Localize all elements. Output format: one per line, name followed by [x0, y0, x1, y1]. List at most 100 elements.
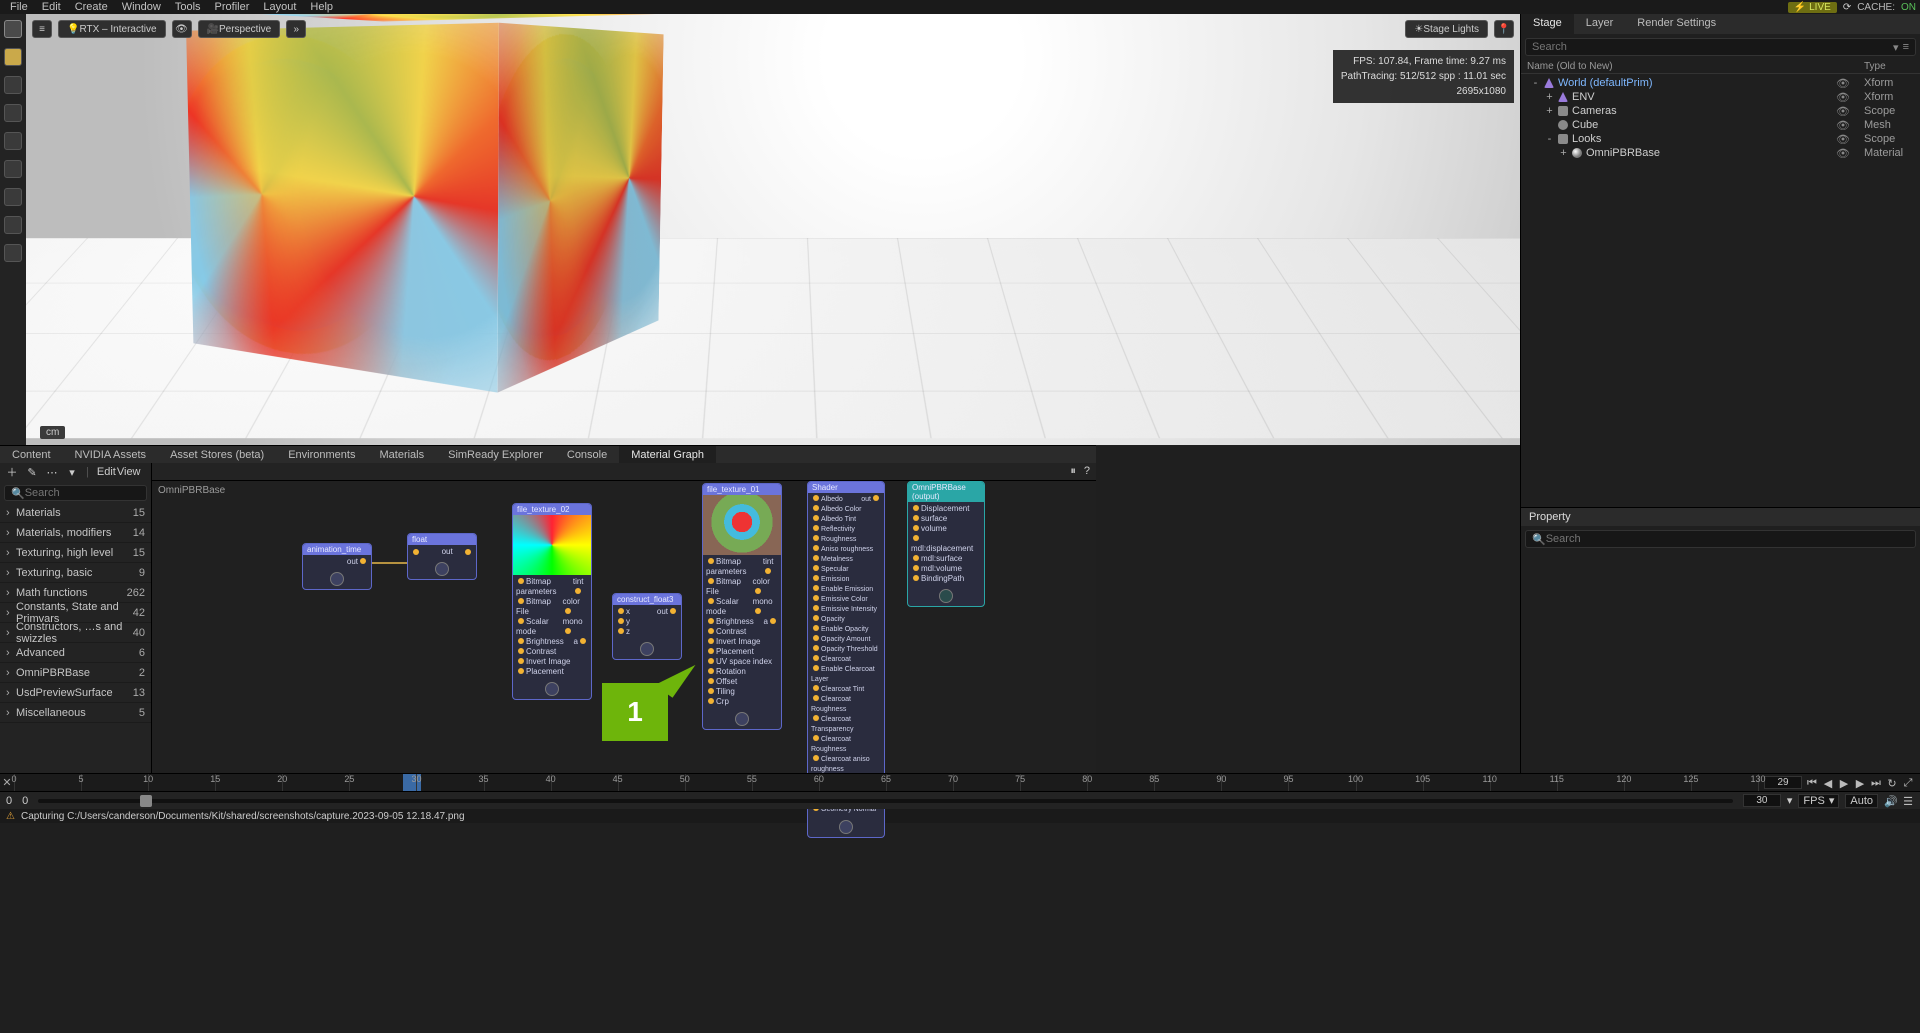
tab-stage[interactable]: Stage — [1521, 14, 1574, 34]
tl-play-icon[interactable]: ▶ — [1838, 777, 1850, 789]
tl-expand-icon[interactable]: ⤢ — [1902, 777, 1914, 789]
mg-category[interactable]: ›Texturing, basic9 — [0, 563, 151, 583]
vp-stage-lights[interactable]: ☀ Stage Lights — [1405, 20, 1488, 38]
mg-search-input[interactable] — [25, 487, 167, 499]
tab-matgraph[interactable]: Material Graph — [619, 446, 716, 463]
menu-tools[interactable]: Tools — [169, 1, 207, 13]
node-construct-float3[interactable]: construct_float3 xoutyz — [612, 593, 682, 660]
tab-materials[interactable]: Materials — [367, 446, 436, 463]
mg-search[interactable]: 🔍 — [4, 485, 147, 501]
tree-row[interactable]: Cube 👁 Mesh — [1523, 118, 1918, 132]
tree-row[interactable]: + Cameras 👁 Scope — [1523, 104, 1918, 118]
node-file-texture-01[interactable]: file_texture_01 Bitmap parameterstintBit… — [702, 483, 782, 730]
mg-category[interactable]: ›OmniPBRBase2 — [0, 663, 151, 683]
menu-file[interactable]: File — [4, 1, 34, 13]
menu-edit[interactable]: Edit — [36, 1, 67, 13]
tab-content[interactable]: Content — [0, 446, 63, 463]
mg-help-icon[interactable]: ? — [1084, 465, 1090, 478]
vp-eye-icon[interactable]: 👁 — [172, 20, 192, 38]
gear-icon[interactable] — [545, 682, 559, 696]
tool-arrow[interactable] — [4, 48, 22, 66]
mg-more-icon[interactable]: ⋯ — [46, 466, 58, 479]
mg-category[interactable]: ›Texturing, high level15 — [0, 543, 151, 563]
fps-dropdown[interactable]: FPS▾ — [1798, 794, 1839, 808]
mg-edit-icon[interactable]: ✎ — [26, 466, 38, 479]
tab-simready[interactable]: SimReady Explorer — [436, 446, 555, 463]
mg-category[interactable]: ›Constructors, …s and swizzles40 — [0, 623, 151, 643]
mg-category[interactable]: ›Materials, modifiers14 — [0, 523, 151, 543]
tool-select[interactable] — [4, 20, 22, 38]
gear-icon[interactable] — [435, 562, 449, 576]
chevron-down-icon[interactable]: ▾ — [1787, 794, 1793, 807]
tab-nvidia[interactable]: NVIDIA Assets — [63, 446, 159, 463]
gear-icon[interactable] — [839, 820, 853, 834]
node-output[interactable]: OmniPBRBase (output) Displacementsurface… — [907, 481, 985, 607]
node-float[interactable]: float out — [407, 533, 477, 580]
mg-menu-edit[interactable]: Edit — [97, 466, 109, 478]
tl-last-icon[interactable]: ⏭ — [1870, 777, 1882, 789]
tool-snap[interactable] — [4, 160, 22, 178]
sync-icon[interactable]: ⟳ — [1843, 2, 1851, 13]
options-icon[interactable]: ≡ — [1903, 41, 1909, 53]
timeline-track[interactable]: 0510152025303540455055606570758085909510… — [14, 774, 1758, 791]
tab-env[interactable]: Environments — [276, 446, 367, 463]
property-search[interactable]: 🔍 — [1525, 530, 1916, 548]
mg-category[interactable]: ›Miscellaneous5 — [0, 703, 151, 723]
menu-profiler[interactable]: Profiler — [209, 1, 256, 13]
tab-asset[interactable]: Asset Stores (beta) — [158, 446, 276, 463]
tl-next-icon[interactable]: ▶ — [1854, 777, 1866, 789]
property-search-input[interactable] — [1546, 533, 1909, 545]
tab-console[interactable]: Console — [555, 446, 619, 463]
slider-handle[interactable] — [140, 795, 152, 807]
menu-help[interactable]: Help — [304, 1, 339, 13]
menu-create[interactable]: Create — [69, 1, 114, 13]
timeline-slider[interactable] — [38, 799, 1733, 803]
tree-row[interactable]: - Looks 👁 Scope — [1523, 132, 1918, 146]
live-button[interactable]: ⚡ LIVE — [1788, 2, 1837, 13]
mg-add-icon[interactable]: ＋ — [6, 464, 18, 480]
node-file-texture-02[interactable]: file_texture_02 Bitmap parameterstintBit… — [512, 503, 592, 700]
tool-scale[interactable] — [4, 132, 22, 150]
tree-row[interactable]: + ENV 👁 Xform — [1523, 90, 1918, 104]
gear-icon[interactable] — [330, 572, 344, 586]
viewport[interactable]: ≡ 💡 RTX – Interactive 👁 🎥 Perspective » … — [26, 14, 1520, 445]
tool-rotate[interactable] — [4, 104, 22, 122]
tree-row[interactable]: - World (defaultPrim) 👁 Xform — [1523, 76, 1918, 90]
timeline-frame-a[interactable] — [1764, 776, 1802, 789]
tool-play[interactable] — [4, 188, 22, 206]
tab-layer[interactable]: Layer — [1574, 14, 1626, 34]
vp-camera-select[interactable]: 🎥 Perspective — [198, 20, 281, 38]
gear-icon[interactable] — [735, 712, 749, 726]
vp-hamburger[interactable]: ≡ — [32, 20, 52, 38]
vp-units[interactable]: cm — [40, 426, 65, 439]
mg-category[interactable]: ›Advanced6 — [0, 643, 151, 663]
tool-measure[interactable] — [4, 244, 22, 262]
mg-category[interactable]: ›UsdPreviewSurface13 — [0, 683, 151, 703]
mg-canvas[interactable]: ⏸ ? OmniPBRBase animation_time out float… — [152, 463, 1096, 773]
stage-search-input[interactable] — [1532, 41, 1893, 53]
gear-icon[interactable] — [640, 642, 654, 656]
tool-brush[interactable] — [4, 216, 22, 234]
menu-layout[interactable]: Layout — [257, 1, 302, 13]
vp-expand-icon[interactable]: » — [286, 20, 306, 38]
timeline-frame-b[interactable] — [1743, 794, 1781, 807]
vp-pin-icon[interactable]: 📍 — [1494, 20, 1514, 38]
mg-category[interactable]: ›Materials15 — [0, 503, 151, 523]
node-anim-time[interactable]: animation_time out — [302, 543, 372, 590]
gear-icon[interactable] — [939, 589, 953, 603]
filter-icon[interactable]: ▾ — [1893, 41, 1899, 54]
mg-dd-icon[interactable]: ▾ — [66, 466, 78, 479]
tab-render[interactable]: Render Settings — [1625, 14, 1728, 34]
tl-volume-icon[interactable]: 🔊 — [1884, 795, 1896, 807]
tree-row[interactable]: + OmniPBRBase 👁 Material — [1523, 146, 1918, 160]
tl-first-icon[interactable]: ⏮ — [1806, 777, 1818, 789]
auto-dropdown[interactable]: Auto — [1845, 794, 1878, 808]
timeline[interactable]: ✕ 05101520253035404550556065707580859095… — [0, 773, 1920, 791]
tl-prev-icon[interactable]: ◀ — [1822, 777, 1834, 789]
mg-pause-icon[interactable]: ⏸ — [1070, 465, 1076, 478]
tool-move[interactable] — [4, 76, 22, 94]
mg-menu-view[interactable]: View — [117, 466, 129, 478]
tl-loop-icon[interactable]: ↻ — [1886, 777, 1898, 789]
tl-settings-icon[interactable]: ☰ — [1902, 795, 1914, 807]
vp-renderer-select[interactable]: 💡 RTX – Interactive — [58, 20, 166, 38]
